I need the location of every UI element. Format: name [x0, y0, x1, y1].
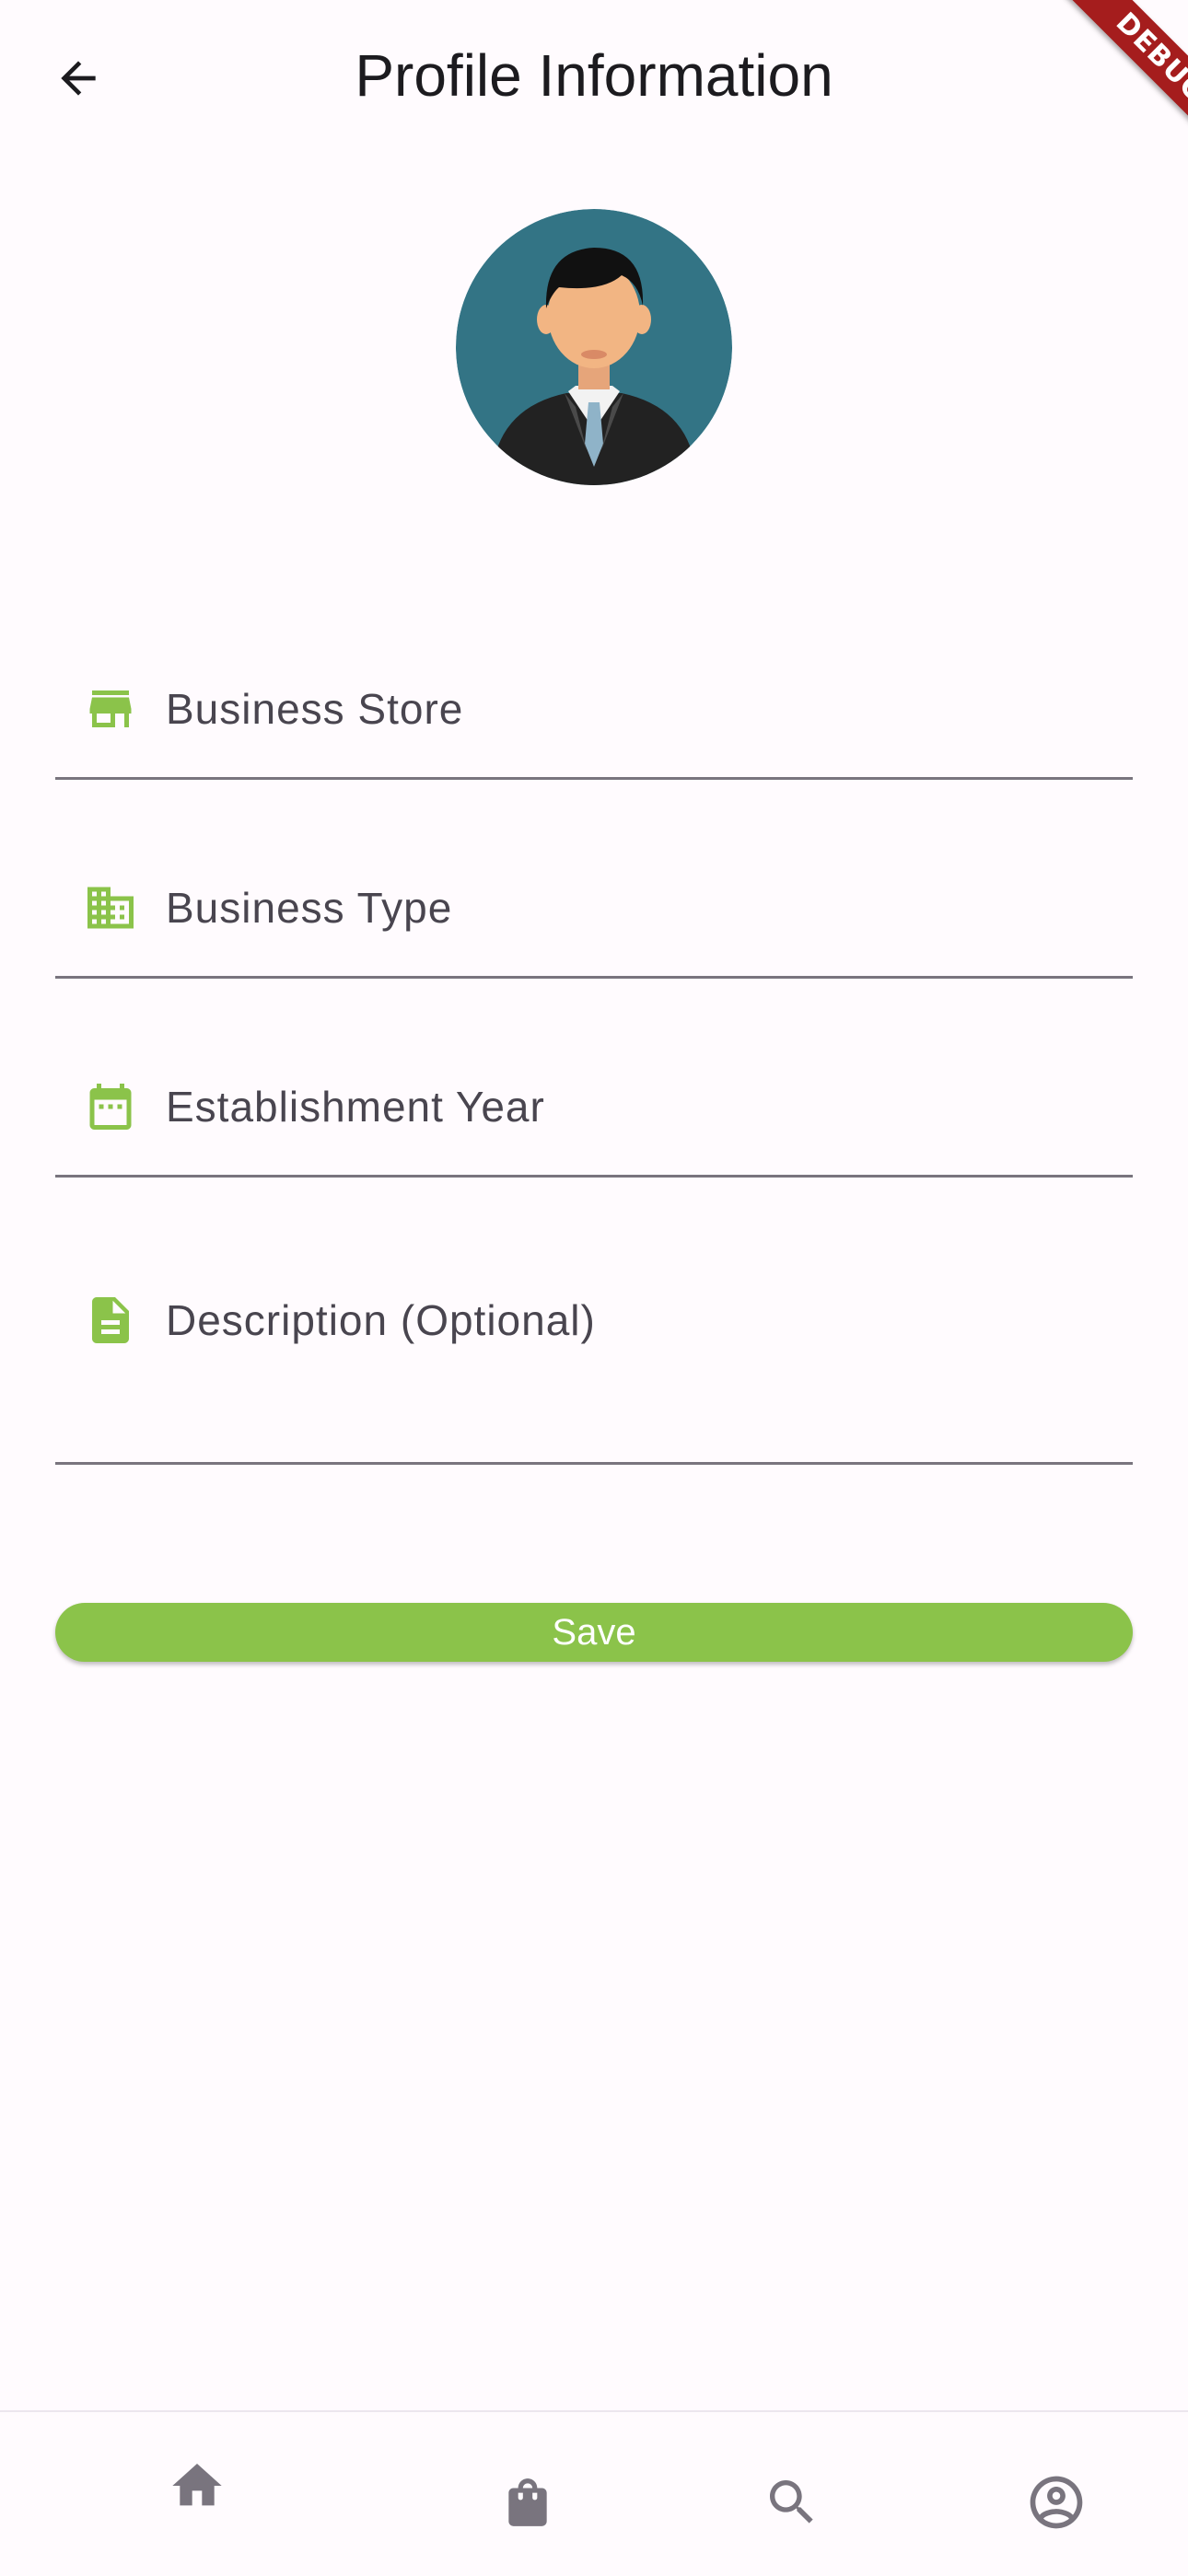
business-building-icon [87, 887, 134, 929]
nav-search[interactable] [746, 2456, 838, 2548]
debug-banner: DEBUG [1004, 0, 1188, 184]
businessman-avatar-icon [456, 209, 732, 485]
bottom-navigation [0, 2410, 1188, 2576]
search-icon [770, 2480, 813, 2524]
business-type-label: Business Type [166, 884, 453, 932]
store-icon [89, 690, 132, 727]
account-circle-icon [1030, 2476, 1083, 2529]
establishment-year-field[interactable]: Establishment Year [55, 1057, 1133, 1178]
business-store-field[interactable]: Business Store [55, 659, 1133, 780]
shopping-bag-icon [508, 2478, 547, 2526]
nav-account[interactable] [1010, 2456, 1102, 2548]
description-label: Description (Optional) [166, 1296, 596, 1344]
nav-shop[interactable] [482, 2456, 574, 2548]
description-icon [92, 1297, 129, 1343]
nav-home[interactable] [151, 2440, 243, 2532]
save-button[interactable]: Save [55, 1603, 1133, 1662]
home-icon [172, 2464, 222, 2506]
business-store-label: Business Store [166, 685, 464, 733]
avatar[interactable] [456, 209, 732, 485]
establishment-year-label: Establishment Year [166, 1083, 545, 1131]
calendar-icon [89, 1084, 132, 1130]
debug-label: DEBUG [1047, 0, 1188, 171]
description-field[interactable]: Description (Optional) [55, 1256, 1133, 1465]
business-type-field[interactable]: Business Type [55, 858, 1133, 979]
